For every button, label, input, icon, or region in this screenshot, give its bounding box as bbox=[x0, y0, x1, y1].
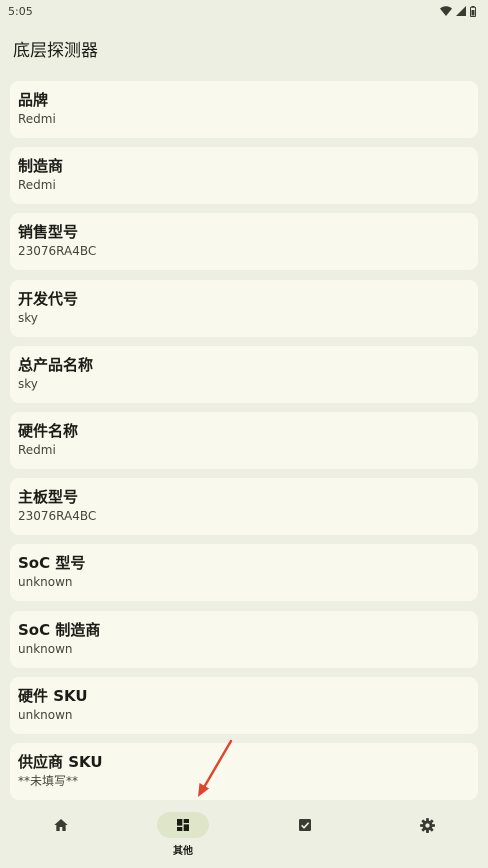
card-value: Redmi bbox=[18, 442, 56, 457]
nav-pill bbox=[401, 812, 453, 838]
cellular-icon bbox=[456, 6, 466, 16]
info-card-soc-manufacturer[interactable]: SoC 制造商 unknown bbox=[10, 610, 478, 668]
info-card-board-model[interactable]: 主板型号 23076RA4BC bbox=[10, 478, 478, 536]
home-icon bbox=[54, 819, 68, 831]
info-card-vendor-sku[interactable]: 供应商 SKU **未填写** bbox=[10, 742, 478, 800]
dashboard-icon bbox=[177, 819, 189, 831]
card-title: SoC 制造商 bbox=[18, 620, 101, 639]
card-value: 23076RA4BC bbox=[18, 509, 97, 524]
card-value: sky bbox=[18, 376, 38, 391]
wifi-icon bbox=[440, 6, 452, 16]
nav-item-checklist[interactable] bbox=[244, 812, 366, 862]
info-card-hardware-name[interactable]: 硬件名称 Redmi bbox=[10, 411, 478, 469]
nav-item-settings[interactable] bbox=[366, 812, 488, 862]
nav-item-other[interactable]: 其他 bbox=[122, 812, 244, 862]
card-title: SoC 型号 bbox=[18, 554, 86, 573]
info-card-model[interactable]: 销售型号 23076RA4BC bbox=[10, 213, 478, 271]
info-card-hardware-sku[interactable]: 硬件 SKU unknown bbox=[10, 676, 478, 734]
nav-label-other: 其他 bbox=[173, 846, 193, 857]
nav-pill-active bbox=[157, 812, 209, 838]
status-bar: 5:05 bbox=[0, 0, 488, 22]
status-time: 5:05 bbox=[8, 4, 33, 18]
battery-icon bbox=[470, 5, 476, 17]
gear-icon bbox=[419, 817, 435, 833]
nav-pill bbox=[279, 812, 331, 838]
card-value: 23076RA4BC bbox=[18, 244, 97, 259]
card-value: **未填写** bbox=[18, 773, 79, 788]
card-title: 销售型号 bbox=[18, 223, 79, 242]
bottom-navigation: 其他 bbox=[0, 804, 488, 868]
card-value: unknown bbox=[18, 707, 73, 722]
app-screen: 5:05 底层探测器 品牌 Redmi 制造商 Redmi 销售型号 23076… bbox=[0, 0, 488, 868]
checkbox-icon bbox=[299, 819, 311, 831]
info-card-codename[interactable]: 开发代号 sky bbox=[10, 279, 478, 337]
card-title: 品牌 bbox=[18, 91, 49, 109]
card-value: Redmi bbox=[18, 178, 56, 193]
info-card-manufacturer[interactable]: 制造商 Redmi bbox=[10, 147, 478, 205]
info-card-product-name[interactable]: 总产品名称 sky bbox=[10, 345, 478, 403]
card-value: sky bbox=[18, 310, 38, 325]
card-title: 供应商 SKU bbox=[18, 752, 103, 771]
card-title: 硬件名称 bbox=[18, 421, 79, 440]
card-value: unknown bbox=[18, 575, 73, 590]
card-title: 硬件 SKU bbox=[18, 686, 88, 705]
info-list: 品牌 Redmi 制造商 Redmi 销售型号 23076RA4BC 开发代号 … bbox=[10, 81, 478, 809]
card-value: unknown bbox=[18, 641, 73, 656]
page-title: 底层探测器 bbox=[13, 41, 98, 61]
nav-pill bbox=[35, 812, 87, 838]
info-card-brand[interactable]: 品牌 Redmi bbox=[10, 81, 478, 138]
card-title: 开发代号 bbox=[18, 289, 79, 308]
card-value: Redmi bbox=[18, 112, 56, 126]
card-title: 总产品名称 bbox=[18, 355, 94, 374]
card-title: 制造商 bbox=[18, 157, 64, 176]
card-title: 主板型号 bbox=[18, 488, 79, 507]
info-card-soc-model[interactable]: SoC 型号 unknown bbox=[10, 544, 478, 602]
status-icons bbox=[440, 5, 476, 17]
nav-item-home[interactable] bbox=[0, 812, 122, 862]
